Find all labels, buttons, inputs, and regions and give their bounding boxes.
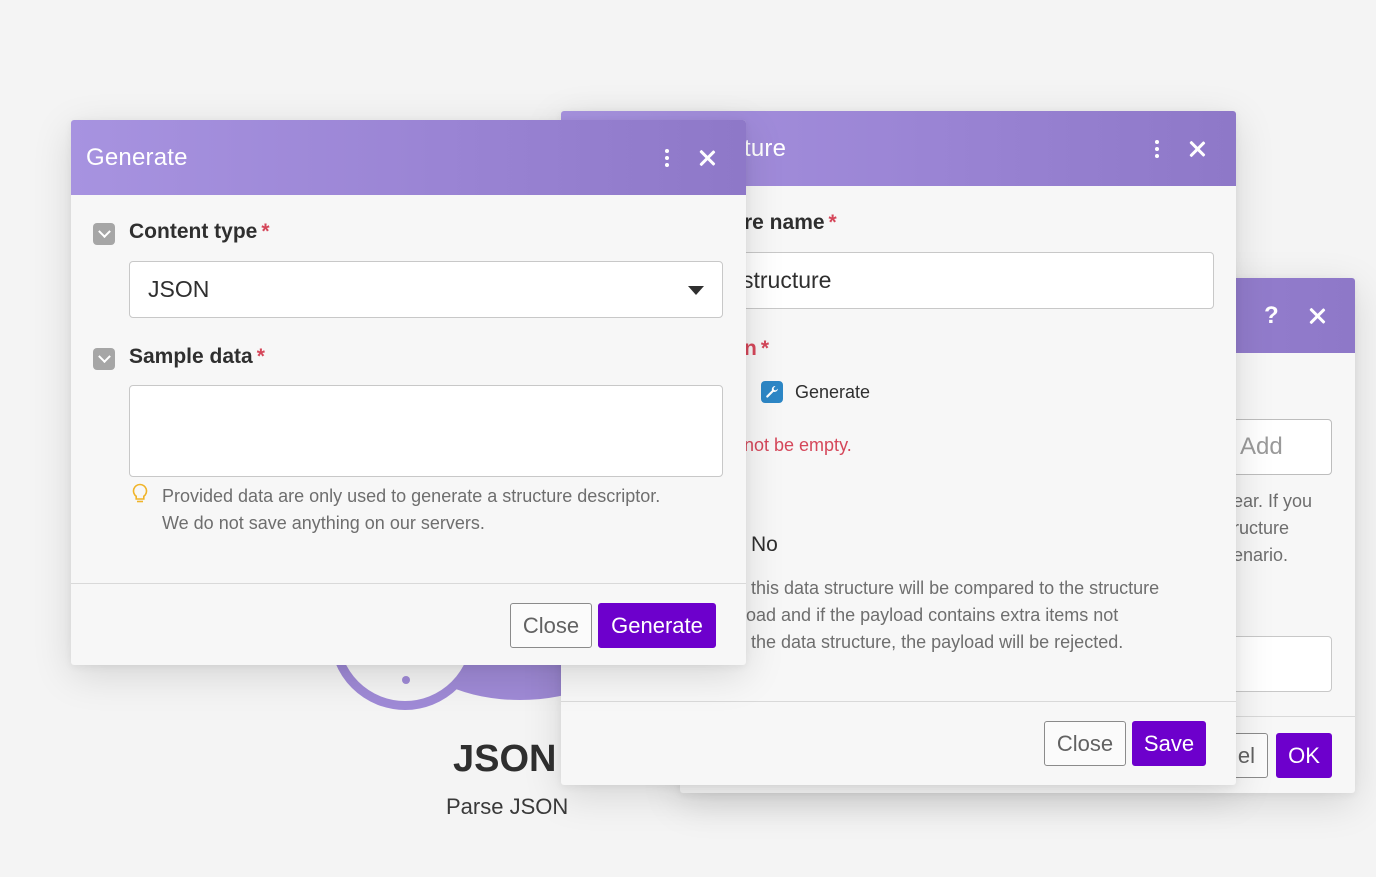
sample-data-label: Sample data * [129,345,265,368]
back-help-line-2: ructure [1233,518,1290,538]
generate-link[interactable]: Generate [761,381,870,403]
hint-line-2: We do not save anything on our servers. [162,513,485,533]
structure-name-label: re name * [744,211,837,234]
strict-help-line-3: the data structure, the payload will be … [751,632,1124,652]
structure-name-value: structure [742,267,832,293]
close-button[interactable]: Close [510,603,592,648]
specification-label: n * [744,337,770,360]
hint-line-1: Provided data are only used to generate … [162,486,661,506]
save-button[interactable]: Save [1132,721,1206,766]
generate-footer-divider [71,583,746,584]
strict-mode-value[interactable]: No [751,533,778,557]
content-type-select[interactable]: JSON [129,261,723,318]
structure-name-input[interactable]: structure [731,252,1214,309]
strict-help-line-1: this data structure will be compared to … [751,578,1160,598]
data-structure-title: ture [744,134,787,162]
help-icon[interactable]: ? [1264,302,1279,330]
structure-footer-divider [561,701,1236,702]
lightbulb-icon [131,483,149,510]
generate-dialog-header: Generate [71,120,746,195]
wrench-icon [761,381,783,403]
module-title: JSON [453,738,557,780]
more-options-icon[interactable] [1155,139,1159,158]
generate-button[interactable]: Generate [598,603,716,648]
module-subtitle: Parse JSON [446,794,569,819]
chevron-down-icon [688,286,704,295]
sample-data-toggle[interactable] [93,348,115,370]
more-options-icon[interactable] [665,148,669,167]
back-help-line-1: ear. If you [1233,491,1313,511]
close-icon[interactable] [1309,308,1325,324]
ok-button[interactable]: OK [1276,733,1332,778]
sample-data-textarea[interactable] [129,385,723,477]
validation-error: not be empty. [744,435,852,455]
close-button[interactable]: Close [1044,721,1126,766]
module-icon-dot [402,676,410,684]
content-type-label: Content type * [129,220,270,243]
generate-dialog: Generate Content type * JSON Sample data *… [71,120,746,665]
strict-help-line-2: oad and if the payload contains extra it… [746,605,1119,625]
generate-dialog-title: Generate [86,143,188,171]
content-type-value: JSON [148,276,210,302]
back-help-line-3: enario. [1233,545,1289,565]
close-icon[interactable] [699,150,715,166]
content-type-toggle[interactable] [93,223,115,245]
close-icon[interactable] [1189,141,1205,157]
